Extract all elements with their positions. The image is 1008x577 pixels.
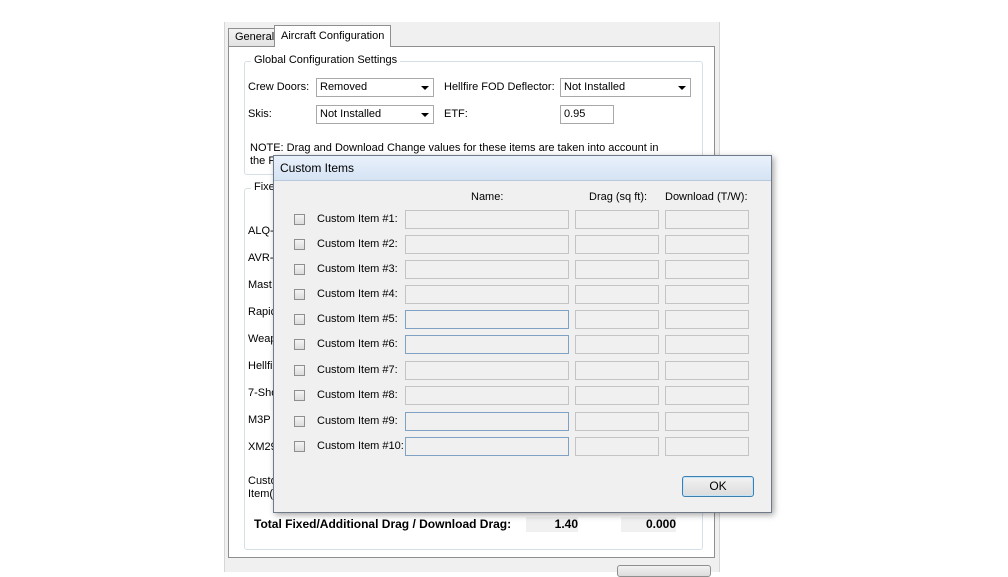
hellfire-fod-select[interactable]: Not Installed — [560, 78, 691, 97]
etf-label: ETF: — [444, 108, 468, 120]
col-header-drag: Drag (sq ft): — [589, 191, 648, 203]
custom-item-name-input[interactable] — [405, 260, 569, 279]
custom-item-label: Custom Item #4: — [317, 288, 398, 300]
custom-item-label: Custom Item #1: — [317, 213, 398, 225]
dialog-title: Custom Items — [280, 161, 355, 175]
custom-item-download-input[interactable] — [665, 335, 749, 354]
custom-item-download-input[interactable] — [665, 210, 749, 229]
custom-item-checkbox[interactable] — [294, 390, 305, 401]
custom-item-label: Custom Item #2: — [317, 238, 398, 250]
custom-item-checkbox[interactable] — [294, 214, 305, 225]
global-config-legend: Global Configuration Settings — [251, 54, 401, 66]
custom-item-download-input[interactable] — [665, 412, 749, 431]
custom-item-label: Custom Item #8: — [317, 389, 398, 401]
custom-item-name-input[interactable] — [405, 235, 569, 254]
custom-item-checkbox[interactable] — [294, 365, 305, 376]
custom-item-label: Custom Item #7: — [317, 364, 398, 376]
tab-aircraft-configuration[interactable]: Aircraft Configuration — [274, 25, 392, 47]
custom-item-checkbox[interactable] — [294, 441, 305, 452]
custom-item-download-input[interactable] — [665, 310, 749, 329]
total-download-value: 0.000 — [621, 517, 676, 532]
skis-label: Skis: — [248, 108, 272, 120]
note-line-1: NOTE: Drag and Download Change values fo… — [250, 142, 659, 154]
col-header-download: Download (T/W): — [665, 191, 748, 203]
custom-item-drag-input[interactable] — [575, 386, 659, 405]
custom-item-checkbox[interactable] — [294, 264, 305, 275]
custom-item-checkbox[interactable] — [294, 289, 305, 300]
fixed-item-mast: Mast — [248, 279, 272, 291]
crew-doors-label: Crew Doors: — [248, 81, 310, 93]
custom-item-drag-input[interactable] — [575, 437, 659, 456]
crew-doors-value: Removed — [320, 81, 368, 93]
custom-item-name-input[interactable] — [405, 361, 569, 380]
custom-item-name-input[interactable] — [405, 210, 569, 229]
fixed-item-alq: ALQ- — [248, 225, 274, 237]
custom-item-drag-input[interactable] — [575, 260, 659, 279]
custom-item-label: Custom Item #10: — [317, 440, 404, 452]
custom-item-download-input[interactable] — [665, 386, 749, 405]
custom-item-label: Custom Item #3: — [317, 263, 398, 275]
hellfire-fod-label: Hellfire FOD Deflector: — [444, 81, 555, 93]
skis-value: Not Installed — [320, 108, 382, 120]
bottom-button-edge[interactable] — [617, 565, 711, 577]
custom-item-name-input[interactable] — [405, 310, 569, 329]
col-header-name: Name: — [471, 191, 504, 203]
chevron-down-icon — [421, 86, 429, 90]
custom-item-drag-input[interactable] — [575, 361, 659, 380]
custom-item-name-input[interactable] — [405, 285, 569, 304]
custom-item-download-input[interactable] — [665, 260, 749, 279]
fixed-item-rapid: Rapic — [248, 306, 277, 318]
custom-item-name-input[interactable] — [405, 386, 569, 405]
custom-item-drag-input[interactable] — [575, 235, 659, 254]
custom-item-download-input[interactable] — [665, 235, 749, 254]
custom-item-name-input[interactable] — [405, 335, 569, 354]
custom-items-dialog: Custom Items Name: Drag (sq ft): Downloa… — [273, 155, 772, 513]
fixed-item-avr: AVR- — [248, 252, 274, 264]
note-line-2: the F — [250, 155, 276, 167]
custom-item-download-input[interactable] — [665, 361, 749, 380]
custom-item-drag-input[interactable] — [575, 210, 659, 229]
custom-item-drag-input[interactable] — [575, 310, 659, 329]
custom-item-download-input[interactable] — [665, 437, 749, 456]
custom-item-label: Custom Item #9: — [317, 415, 398, 427]
total-drag-value: 1.40 — [526, 517, 578, 532]
custom-item-drag-input[interactable] — [575, 335, 659, 354]
custom-item-checkbox[interactable] — [294, 416, 305, 427]
crew-doors-select[interactable]: Removed — [316, 78, 434, 97]
hellfire-fod-value: Not Installed — [564, 81, 626, 93]
custom-item-checkbox[interactable] — [294, 314, 305, 325]
dialog-title-bar[interactable]: Custom Items — [274, 156, 771, 181]
etf-value: 0.95 — [564, 108, 586, 120]
custom-item-download-input[interactable] — [665, 285, 749, 304]
chevron-down-icon — [678, 86, 686, 90]
custom-item-name-input[interactable] — [405, 437, 569, 456]
custom-item-checkbox[interactable] — [294, 239, 305, 250]
custom-item-drag-input[interactable] — [575, 285, 659, 304]
chevron-down-icon — [421, 113, 429, 117]
etf-input[interactable]: 0.95 — [560, 105, 614, 124]
fixed-item-hellfire: Hellfir — [248, 360, 277, 372]
custom-item-name-input[interactable] — [405, 412, 569, 431]
total-drag-label: Total Fixed/Additional Drag / Download D… — [254, 517, 512, 531]
custom-item-drag-input[interactable] — [575, 412, 659, 431]
ok-button[interactable]: OK — [682, 476, 754, 497]
custom-item-label: Custom Item #5: — [317, 313, 398, 325]
skis-select[interactable]: Not Installed — [316, 105, 434, 124]
custom-item-checkbox[interactable] — [294, 339, 305, 350]
custom-item-label: Custom Item #6: — [317, 338, 398, 350]
